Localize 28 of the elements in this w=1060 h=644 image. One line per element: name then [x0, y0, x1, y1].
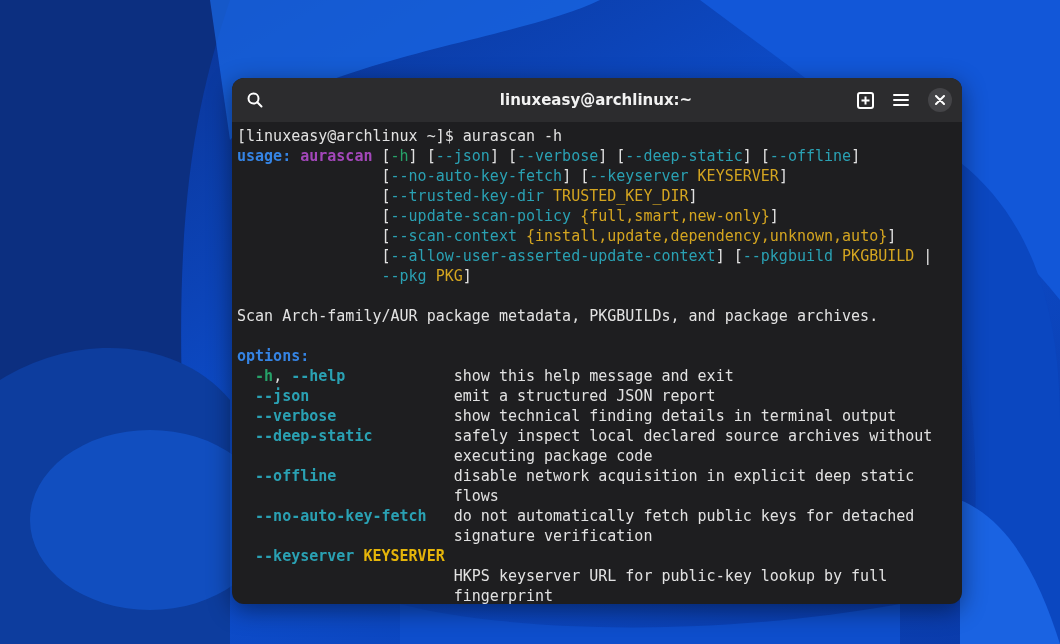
terminal-line: [--scan-context {install,update,dependency,unknown,auto}] [380, 226, 897, 246]
terminal-line: [--allow-user-asserted-update-context] [--pkgbuild PKGBUILD | [380, 246, 933, 266]
search-icon [247, 92, 263, 108]
close-button[interactable] [928, 88, 952, 112]
terminal-line: --pkg PKG] [380, 266, 472, 286]
terminal-line: flows [452, 486, 499, 506]
terminal-line: -h, --help show this help message and exit [254, 366, 734, 386]
terminal-line: executing package code [452, 446, 653, 466]
close-icon [935, 95, 945, 105]
terminal-line: usage: aurascan [-h] [--json] [--verbose] [--deep-static] [--offline] [237, 146, 861, 166]
terminal-line: signature verification [452, 526, 653, 546]
plus-icon [856, 91, 874, 109]
terminal-line: [--trusted-key-dir TRUSTED_KEY_DIR] [380, 186, 698, 206]
terminal-line: --offline disable network acquisition in explicit deep static [254, 466, 915, 486]
terminal-line: --no-auto-key-fetch do not automatically fetch public keys for detached [254, 506, 915, 526]
menu-icon [893, 93, 909, 107]
terminal-line: [linuxeasy@archlinux ~]$ aurascan -h [237, 126, 563, 146]
terminal-line: HKPS keyserver URL for public-key lookup by full [452, 566, 888, 586]
terminal-line: --json emit a structured JSON report [254, 386, 716, 406]
terminal-line: --keyserver KEYSERVER [254, 546, 445, 566]
terminal-line: [--update-scan-policy {full,smart,new-only}] [380, 206, 779, 226]
terminal-line: fingerprint [452, 586, 554, 604]
terminal-line: Scan Arch-family/AUR package metadata, PKGBUILDs, and package archives. [237, 306, 879, 326]
terminal-line: [--no-auto-key-fetch] [--keyserver KEYSERVER] [380, 166, 788, 186]
terminal-line: --deep-static safely inspect local declared source archives without [254, 426, 933, 446]
terminal-line: --verbose show technical finding details in terminal output [254, 406, 897, 426]
terminal-line: options: [237, 346, 310, 366]
window-title: linuxeasy@archlinux:~ [499, 91, 693, 109]
